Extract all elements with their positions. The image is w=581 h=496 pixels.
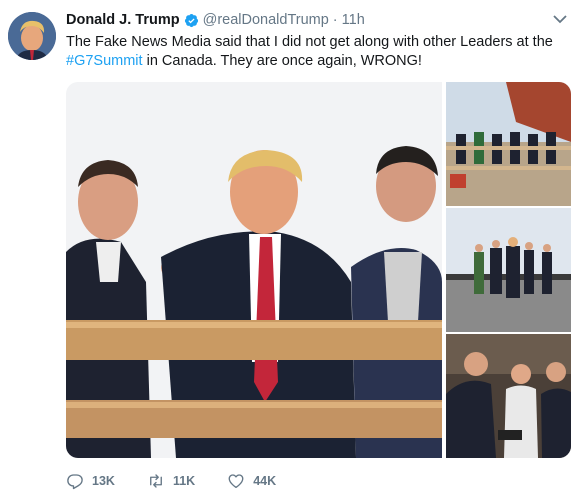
photo-side-2[interactable] — [446, 208, 571, 332]
tweet-header: Donald J. Trump @realDonaldTrump · 11h — [66, 10, 365, 30]
photo-main[interactable] — [66, 82, 442, 458]
avatar-image — [8, 12, 56, 60]
tweet-actions: 13K 11K 44K — [66, 472, 308, 490]
retweet-count: 11K — [172, 474, 196, 488]
photo-side-3[interactable] — [446, 334, 571, 458]
verified-badge-icon — [184, 13, 198, 27]
avatar[interactable] — [8, 12, 56, 60]
media-grid — [66, 82, 571, 458]
photo-side-1[interactable] — [446, 82, 571, 206]
tweet[interactable]: Donald J. Trump @realDonaldTrump · 11h T… — [0, 0, 581, 496]
hashtag-link[interactable]: #G7Summit — [66, 53, 143, 69]
separator-dot: · — [332, 12, 338, 28]
like-button[interactable]: 44K — [227, 472, 276, 490]
reply-count: 13K — [92, 474, 115, 488]
tweet-text-part-1: The Fake News Media said that I did not … — [66, 34, 553, 50]
like-count: 44K — [253, 474, 277, 488]
handle[interactable]: @realDonaldTrump — [203, 12, 329, 28]
display-name[interactable]: Donald J. Trump — [66, 12, 180, 28]
timestamp[interactable]: 11h — [342, 12, 365, 28]
retweet-icon — [150, 474, 162, 488]
tweet-text: The Fake News Media said that I did not … — [66, 33, 566, 71]
chevron-down-icon[interactable] — [553, 14, 567, 24]
tweet-text-part-2: in Canada. They are once again, WRONG! — [142, 53, 422, 69]
retweet-button[interactable]: 11K — [147, 472, 195, 490]
reply-button[interactable]: 13K — [66, 472, 115, 490]
heart-icon — [228, 474, 244, 489]
reply-icon — [67, 474, 83, 490]
